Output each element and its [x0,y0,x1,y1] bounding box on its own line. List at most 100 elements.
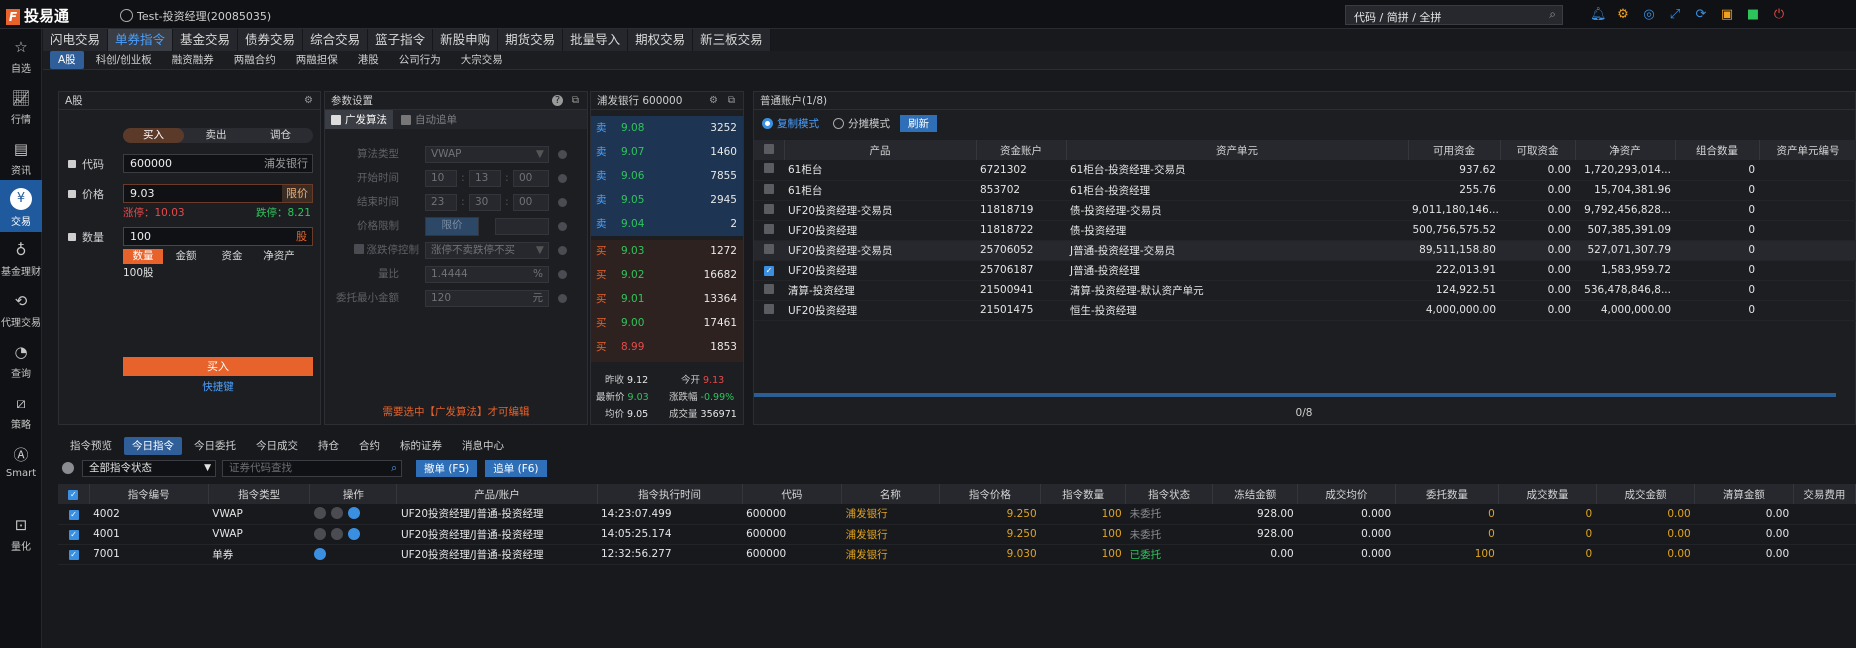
help-icon[interactable]: ? [552,95,563,106]
bid-row[interactable]: 买 9.01 13364 [591,289,743,309]
tab-today-orders[interactable]: 今日指令 [124,436,182,455]
limit-control-select[interactable]: 涨停不卖跌停不买 ▼ [425,242,549,259]
nav-item-quant[interactable]: ⊡ 量化 [0,507,42,559]
shortcut-link[interactable]: 快捷键 [123,379,313,394]
col-status[interactable]: 指令状态 [1125,484,1214,504]
checkbox-icon[interactable] [353,244,364,254]
ask-row[interactable]: 卖 9.07 1460 [591,142,743,162]
mode-split[interactable]: 分摊模式 [848,116,890,131]
order-row[interactable]: ✓ 4002 VWAP UF20投资经理/J普通-投资经理 14:23:07.499 60… [58,504,1856,525]
account-row[interactable]: UF20投资经理 21501475 恒生-投资经理 4,000,000.00 0.00 4… [754,300,1856,321]
play-icon[interactable] [313,507,326,520]
row-checkbox[interactable] [754,300,784,321]
tab-options[interactable]: 期权交易 [628,29,694,51]
end-second[interactable]: 00 [513,194,549,211]
col-order-id[interactable]: 指令编号 [89,484,209,504]
qty-input[interactable]: 100 股 [123,227,313,246]
subtab-margin[interactable]: 融资融券 [164,51,222,69]
col-code[interactable]: 代码 [742,484,843,504]
nav-item-agency[interactable]: ⟲ 代理交易 [0,283,42,335]
expand-icon[interactable]: ⤢ [1667,7,1683,23]
row-checkbox[interactable] [754,200,784,221]
price-limit-button[interactable]: 限价 [425,217,479,236]
side-sell[interactable]: 卖出 [184,128,248,143]
detail-icon[interactable] [347,507,360,520]
tab-messages[interactable]: 消息中心 [454,437,512,455]
code-search-input[interactable]: 证券代码查找 ⌕ [222,459,402,477]
row-checkbox[interactable]: ✓ [58,504,90,525]
option-auto-chase[interactable]: 自动追单 [393,110,465,129]
subtab-hk[interactable]: 港股 [350,51,387,69]
price-limit-input[interactable] [495,218,549,235]
play-icon[interactable] [313,527,326,540]
nav-item-query[interactable]: ◔ 查询 [0,334,42,386]
settings-icon[interactable]: ⚙ [303,95,314,106]
algo-type-select[interactable]: VWAP ▼ [425,146,549,163]
end-hour[interactable]: 23 [425,194,457,211]
col-settle-amount[interactable]: 清算金额 [1694,484,1794,504]
nav-item-watchlist[interactable]: ☆ 自选 [0,29,42,81]
subtab-block-trade[interactable]: 大宗交易 [453,51,511,69]
col-filled-amount[interactable]: 成交金额 [1596,484,1696,504]
end-minute[interactable]: 30 [469,194,501,211]
toggle-icon[interactable] [62,462,74,474]
volume-ratio-input[interactable]: 1.4444% [425,266,549,283]
col-avg-price[interactable]: 成交均价 [1297,484,1396,504]
info-icon[interactable] [558,222,567,231]
row-checkbox[interactable] [754,180,784,201]
side-buy[interactable]: 买入 [123,128,184,143]
row-checkbox[interactable] [754,280,784,301]
subtab-corporate-action[interactable]: 公司行为 [391,51,449,69]
tab-today-fills[interactable]: 今日成交 [248,437,306,455]
refresh-button[interactable]: 刷新 [900,114,937,132]
tab-neeq[interactable]: 新三板交易 [693,29,771,51]
tab-contracts[interactable]: 合约 [351,437,388,455]
account-row[interactable]: ✓ UF20投资经理 25706187 J普通-投资经理 222,013.91 0.00 1… [754,260,1856,281]
search-input[interactable]: 代码 / 简拼 / 全拼 ⌕ [1345,5,1563,25]
code-input[interactable]: 600000 浦发银行 [123,154,313,173]
col-unit[interactable]: 资产单元 [1066,140,1409,160]
mode-copy[interactable]: 复制模式 [777,116,819,131]
col-net-asset[interactable]: 净资产 [1575,140,1676,160]
tab-flash-trade[interactable]: 闪电交易 [43,29,109,51]
ask-row[interactable]: 卖 9.08 3252 [591,118,743,138]
tab-underlying[interactable]: 标的证券 [392,437,450,455]
tab-bond-trade[interactable]: 债券交易 [238,29,304,51]
horizontal-scrollbar[interactable] [754,393,1836,397]
ask-row[interactable]: 卖 9.04 2 [591,214,743,234]
subtab-margin-contract[interactable]: 两融合约 [226,51,284,69]
info-icon[interactable] [558,246,567,255]
bid-row[interactable]: 买 9.03 1272 [591,241,743,261]
price-type-button[interactable]: 限价 [282,185,312,202]
user-info[interactable]: Test-投资经理(20085035) [120,8,271,24]
side-rebalance[interactable]: 调仓 [248,128,313,143]
bell-icon[interactable]: 🔔︎ [1590,7,1607,23]
col-order-type[interactable]: 指令类型 [208,484,311,504]
tab-futures[interactable]: 期货交易 [498,29,564,51]
col-frozen[interactable]: 冻结金额 [1212,484,1299,504]
col-actions[interactable]: 操作 [309,484,398,504]
tab-order-preview[interactable]: 指令预览 [62,437,120,455]
account-row[interactable]: 清算-投资经理 21500941 清算-投资经理-默认资产单元 124,922.51 0… [754,280,1856,301]
detail-icon[interactable] [313,547,326,560]
col-withdrawable[interactable]: 可取资金 [1500,140,1576,160]
account-row[interactable]: UF20投资经理-交易员 11818719 债-投资经理-交易员 9,011,180,… [754,200,1856,221]
subtab-star-gem[interactable]: 科创/创业板 [88,51,160,69]
ask-row[interactable]: 卖 9.06 7855 [591,166,743,186]
tab-batch-import[interactable]: 批量导入 [563,29,629,51]
nav-item-news[interactable]: ▤ 资讯 [0,131,42,183]
settings-icon[interactable]: ⚙ [708,95,719,106]
tab-fund-trade[interactable]: 基金交易 [173,29,239,51]
nav-item-market[interactable]: 📈︎ 行情 [0,80,42,132]
qty-mode-net-asset[interactable]: 净资产 [255,249,303,264]
tab-ipo[interactable]: 新股申购 [433,29,499,51]
account-row[interactable]: UF20投资经理-交易员 25706052 J普通-投资经理-交易员 89,511,1… [754,240,1856,261]
col-fee[interactable]: 交易费用 [1793,484,1856,504]
col-portfolio-count[interactable]: 组合数量 [1675,140,1760,160]
qty-mode-funds[interactable]: 资金 [209,249,255,264]
radio-selected-icon[interactable] [762,117,773,129]
col-account[interactable]: 资金账户 [976,140,1067,160]
select-all-checkbox[interactable]: ✓ [58,484,90,504]
min-amount-input[interactable]: 120 元 [425,290,549,307]
option-gf-algo[interactable]: 广发算法 [325,110,393,129]
